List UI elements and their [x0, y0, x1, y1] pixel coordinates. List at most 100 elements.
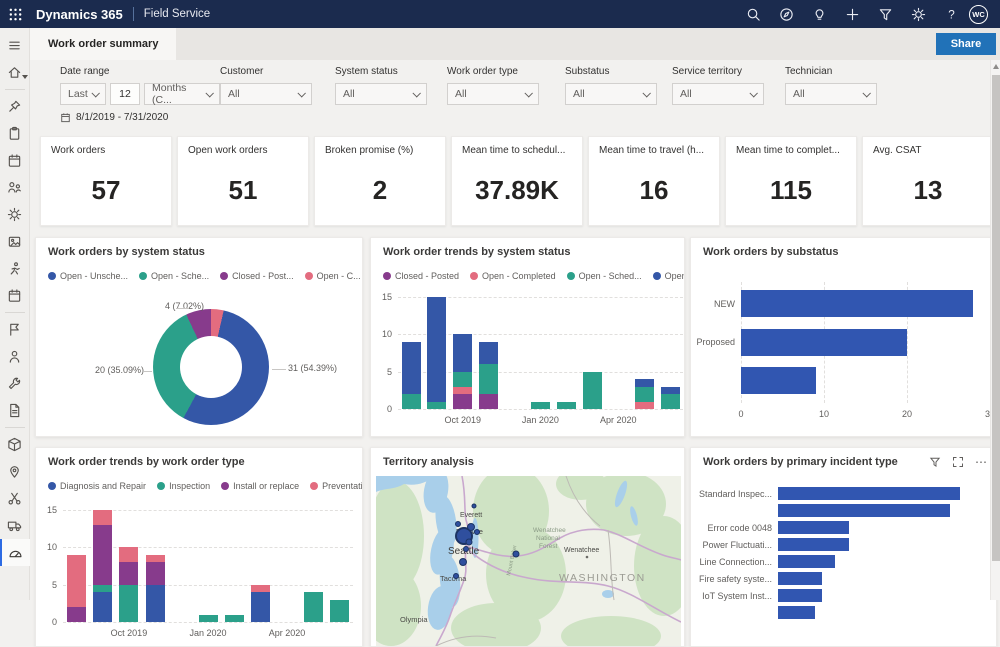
bar[interactable]: [741, 290, 973, 317]
map-bubble-marker[interactable]: [472, 504, 476, 508]
sidebar-item-clipboard[interactable]: [0, 120, 30, 147]
map-bubble-marker[interactable]: [513, 551, 519, 557]
sidebar-item-cube[interactable]: [0, 431, 30, 458]
expand-icon[interactable]: [951, 455, 965, 469]
bar-segment[interactable]: [479, 394, 498, 409]
sidebar-item-pin[interactable]: [0, 93, 30, 120]
bar[interactable]: [778, 538, 849, 551]
bar-segment[interactable]: [479, 364, 498, 394]
bar[interactable]: [778, 504, 950, 517]
sidebar-item-calendar[interactable]: [0, 147, 30, 174]
bar-segment[interactable]: [119, 585, 138, 622]
app-name[interactable]: Field Service: [144, 8, 210, 20]
waffle-menu-icon[interactable]: [0, 0, 30, 28]
filter-dropdown[interactable]: All: [672, 83, 764, 105]
bar-segment[interactable]: [453, 372, 472, 387]
map-bubble-marker[interactable]: [468, 524, 475, 531]
map-bubble-marker[interactable]: [466, 539, 472, 545]
bar-segment[interactable]: [251, 592, 270, 622]
map-bubble-marker[interactable]: [454, 574, 459, 579]
map-bubble-marker[interactable]: [456, 522, 461, 527]
bar-segment[interactable]: [93, 585, 112, 593]
sidebar-item-media[interactable]: [0, 228, 30, 255]
plus-icon[interactable]: [844, 6, 860, 22]
bar-segment[interactable]: [661, 394, 680, 409]
bar-segment[interactable]: [67, 607, 86, 622]
scroll-up-arrow[interactable]: [993, 64, 999, 69]
sidebar-item-home[interactable]: [0, 59, 30, 86]
filter-dropdown[interactable]: All: [785, 83, 877, 105]
gear-icon[interactable]: [910, 6, 926, 22]
bar-segment[interactable]: [146, 585, 165, 622]
bar-segment[interactable]: [635, 379, 654, 387]
date-range-mode-dropdown[interactable]: Last: [60, 83, 106, 105]
share-button[interactable]: Share: [936, 33, 996, 55]
bar-segment[interactable]: [119, 562, 138, 584]
brand-title[interactable]: Dynamics 365: [36, 7, 123, 22]
help-icon[interactable]: ?: [943, 6, 959, 22]
map-bubble-marker[interactable]: [460, 559, 467, 566]
bar-segment[interactable]: [93, 510, 112, 525]
sidebar-item-flag[interactable]: [0, 316, 30, 343]
sidebar-item-map-pin[interactable]: [0, 458, 30, 485]
bar-segment[interactable]: [427, 297, 446, 402]
bar[interactable]: [741, 329, 907, 356]
sidebar-item-runner[interactable]: [0, 255, 30, 282]
filter-dropdown[interactable]: All: [220, 83, 312, 105]
lightbulb-icon[interactable]: [811, 6, 827, 22]
date-range-count-input[interactable]: [110, 83, 140, 105]
bar-segment[interactable]: [635, 387, 654, 402]
bar-segment[interactable]: [146, 555, 165, 563]
bar-segment[interactable]: [146, 562, 165, 584]
bar-segment[interactable]: [583, 372, 602, 409]
sidebar-item-dashboard[interactable]: [0, 539, 30, 566]
bar[interactable]: [778, 521, 849, 534]
bar-segment[interactable]: [67, 555, 86, 607]
bar-segment[interactable]: [93, 525, 112, 585]
more-options-icon[interactable]: ⋯: [974, 455, 988, 469]
search-icon[interactable]: [745, 6, 761, 22]
compass-icon[interactable]: [778, 6, 794, 22]
bar-segment[interactable]: [661, 387, 680, 395]
sidebar-item-truck[interactable]: [0, 512, 30, 539]
bar-segment[interactable]: [93, 592, 112, 622]
bar-segment[interactable]: [531, 402, 550, 410]
bar[interactable]: [778, 606, 815, 619]
sidebar-item-document[interactable]: [0, 397, 30, 424]
filter-dropdown[interactable]: All: [447, 83, 539, 105]
bar-segment[interactable]: [453, 394, 472, 409]
filter-dropdown[interactable]: All: [335, 83, 427, 105]
filter-dropdown[interactable]: All: [565, 83, 657, 105]
map-bubble-marker[interactable]: [475, 530, 480, 535]
bar-segment[interactable]: [557, 402, 576, 410]
bar-segment[interactable]: [304, 592, 323, 622]
territory-map[interactable]: Everett Bellevue Seattle Tacoma Olympia …: [376, 476, 681, 646]
bar[interactable]: [778, 572, 822, 585]
bar[interactable]: [778, 555, 835, 568]
bar-segment[interactable]: [402, 394, 421, 409]
bar-segment[interactable]: [479, 342, 498, 364]
bar[interactable]: [778, 589, 822, 602]
sidebar-item-gear[interactable]: [0, 201, 30, 228]
sidebar-item-person[interactable]: [0, 343, 30, 370]
bar-segment[interactable]: [427, 402, 446, 410]
bar-segment[interactable]: [330, 600, 349, 622]
bar-segment[interactable]: [453, 334, 472, 371]
bar-segment[interactable]: [225, 615, 244, 623]
bar-segment[interactable]: [199, 615, 218, 623]
bar-segment[interactable]: [251, 585, 270, 593]
filter-icon[interactable]: [877, 6, 893, 22]
sidebar-item-hamburger[interactable]: [0, 32, 30, 59]
bar[interactable]: [778, 487, 960, 500]
avatar[interactable]: WC: [969, 5, 988, 24]
bar-segment[interactable]: [119, 547, 138, 562]
filter-icon[interactable]: [928, 455, 942, 469]
sidebar-item-wrench[interactable]: [0, 370, 30, 397]
tab-work-order-summary[interactable]: Work order summary: [30, 28, 176, 60]
bar[interactable]: [741, 367, 816, 394]
sidebar-item-scissors[interactable]: [0, 485, 30, 512]
bar-segment[interactable]: [453, 387, 472, 395]
date-range-unit-dropdown[interactable]: Months (C...: [144, 83, 220, 105]
scrollbar-thumb[interactable]: [992, 75, 1000, 561]
bar-segment[interactable]: [402, 342, 421, 394]
